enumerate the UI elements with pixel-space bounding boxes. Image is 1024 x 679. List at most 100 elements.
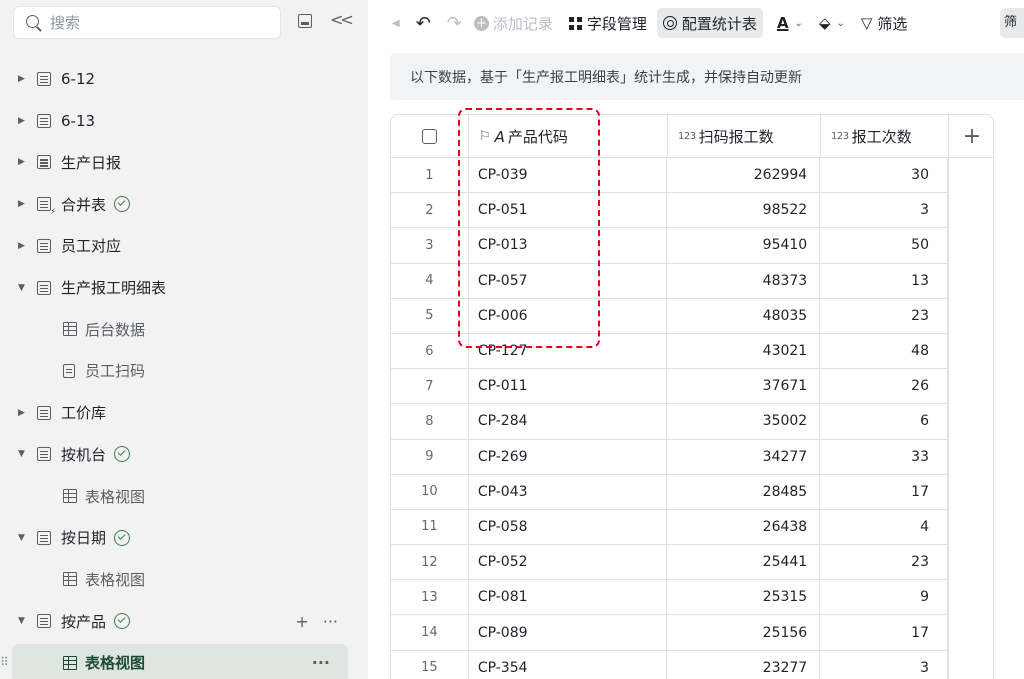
caret-down-icon[interactable]: ▼ bbox=[17, 533, 26, 543]
add-column-button[interactable]: + bbox=[949, 115, 993, 158]
product-code-cell[interactable]: CP-269 bbox=[469, 439, 668, 474]
sidebar-table-item[interactable]: ▶ 生产日报 bbox=[0, 145, 368, 179]
table-row[interactable]: 11 CP-058 26438 4 bbox=[391, 509, 948, 546]
scan-qty-cell[interactable]: 25315 bbox=[667, 580, 821, 615]
report-count-cell[interactable]: 9 bbox=[820, 580, 948, 615]
drag-handle-icon[interactable]: ⠿ bbox=[0, 655, 9, 669]
caret-right-icon[interactable]: ▶ bbox=[17, 74, 26, 84]
product-code-cell[interactable]: CP-051 bbox=[469, 193, 668, 228]
table-row[interactable]: 1 CP-039 262994 30 bbox=[391, 158, 948, 194]
report-count-cell[interactable]: 17 bbox=[820, 615, 948, 650]
column-header-scan-qty[interactable]: 123 扫码报工数 bbox=[668, 115, 821, 158]
report-count-cell[interactable]: 33 bbox=[820, 439, 948, 474]
caret-down-icon[interactable]: ▼ bbox=[17, 449, 26, 459]
scan-qty-cell[interactable]: 25441 bbox=[667, 545, 821, 580]
sidebar-view-item[interactable]: 表格视图 ··· bbox=[12, 643, 348, 679]
report-count-cell[interactable]: 13 bbox=[820, 263, 948, 298]
caret-right-icon[interactable]: ▶ bbox=[17, 241, 26, 251]
sidebar-view-item[interactable]: 表格视图 bbox=[0, 479, 368, 513]
scan-qty-cell[interactable]: 26438 bbox=[667, 509, 821, 545]
scan-qty-cell[interactable]: 48035 bbox=[667, 298, 821, 333]
scan-qty-cell[interactable]: 37671 bbox=[667, 369, 821, 404]
table-row[interactable]: 9 CP-269 34277 33 bbox=[391, 439, 948, 475]
sidebar-view-item[interactable]: 员工扫码 bbox=[0, 354, 368, 388]
product-code-cell[interactable]: CP-043 bbox=[469, 474, 668, 509]
table-row[interactable]: 10 CP-043 28485 17 bbox=[391, 474, 948, 510]
column-header-product-code[interactable]: ⚐ A 产品代码 bbox=[469, 115, 668, 158]
scan-qty-cell[interactable]: 23277 bbox=[667, 650, 821, 679]
table-row[interactable]: 4 CP-057 48373 13 bbox=[391, 263, 948, 299]
scan-qty-cell[interactable]: 28485 bbox=[667, 474, 821, 509]
product-code-cell[interactable]: CP-127 bbox=[469, 333, 668, 369]
field-manage-button[interactable]: 字段管理 bbox=[563, 8, 653, 38]
sidebar-table-item[interactable]: ▶ 工价库 bbox=[0, 396, 368, 430]
select-all-checkbox[interactable] bbox=[422, 129, 437, 144]
report-count-cell[interactable]: 23 bbox=[820, 545, 948, 580]
table-row[interactable]: 14 CP-089 25156 17 bbox=[391, 615, 948, 651]
caret-right-icon[interactable]: ▶ bbox=[17, 116, 26, 126]
redo-icon[interactable]: ↷ bbox=[441, 8, 468, 38]
product-code-cell[interactable]: CP-089 bbox=[469, 615, 668, 650]
scan-qty-cell[interactable]: 34277 bbox=[667, 439, 821, 474]
scan-qty-cell[interactable]: 48373 bbox=[667, 263, 821, 298]
report-count-cell[interactable]: 3 bbox=[820, 650, 948, 679]
sidebar-table-item[interactable]: ▶ 6-12 bbox=[0, 62, 368, 96]
header-select-cell[interactable] bbox=[391, 115, 469, 158]
caret-right-icon[interactable]: ▶ bbox=[17, 199, 26, 209]
sidebar-table-item[interactable]: ▼ 生产报工明细表 bbox=[0, 271, 368, 305]
product-code-cell[interactable]: CP-052 bbox=[469, 545, 668, 580]
filter-button[interactable]: ▽ 筛选 bbox=[855, 8, 914, 38]
text-color-button[interactable]: A ⌄ bbox=[771, 8, 809, 38]
caret-right-icon[interactable]: ▶ bbox=[17, 157, 26, 167]
sidebar-table-item[interactable]: ▶ 6-13 bbox=[0, 104, 368, 138]
scan-qty-cell[interactable]: 98522 bbox=[667, 193, 821, 228]
scan-qty-cell[interactable]: 35002 bbox=[667, 404, 821, 439]
more-icon[interactable]: ··· bbox=[323, 612, 338, 631]
scan-qty-cell[interactable]: 25156 bbox=[667, 615, 821, 650]
collapse-panel-icon[interactable] bbox=[298, 14, 312, 28]
table-row[interactable]: 7 CP-011 37671 26 bbox=[391, 369, 948, 405]
collapse-sidebar-icon[interactable]: << bbox=[330, 10, 354, 29]
sidebar-table-item[interactable]: ▶ 合并表 bbox=[0, 187, 368, 221]
search-input[interactable] bbox=[50, 13, 250, 32]
table-row[interactable]: 8 CP-284 35002 6 bbox=[391, 404, 948, 440]
product-code-cell[interactable]: CP-354 bbox=[469, 650, 668, 679]
product-code-cell[interactable]: CP-057 bbox=[469, 263, 668, 298]
report-count-cell[interactable]: 17 bbox=[820, 474, 948, 509]
table-row[interactable]: 2 CP-051 98522 3 bbox=[391, 193, 948, 229]
column-header-report-count[interactable]: 123 报工次数 bbox=[821, 115, 949, 158]
product-code-cell[interactable]: CP-058 bbox=[469, 509, 668, 545]
sidebar-table-item[interactable]: ▼ 按日期 bbox=[0, 521, 368, 555]
report-count-cell[interactable]: 30 bbox=[820, 158, 948, 193]
scan-qty-cell[interactable]: 43021 bbox=[667, 333, 821, 369]
report-count-cell[interactable]: 26 bbox=[820, 369, 948, 404]
report-count-cell[interactable]: 3 bbox=[820, 193, 948, 228]
table-row[interactable]: 13 CP-081 25315 9 bbox=[391, 580, 948, 616]
product-code-cell[interactable]: CP-011 bbox=[469, 369, 668, 404]
undo-icon[interactable]: ↶ bbox=[410, 8, 437, 38]
config-stats-button[interactable]: 配置统计表 bbox=[656, 8, 763, 38]
sidebar-view-item[interactable]: 表格视图 bbox=[0, 562, 368, 596]
caret-right-icon[interactable]: ▶ bbox=[17, 408, 26, 418]
product-code-cell[interactable]: CP-039 bbox=[469, 158, 668, 193]
report-count-cell[interactable]: 6 bbox=[820, 404, 948, 439]
table-row[interactable]: 3 CP-013 95410 50 bbox=[391, 228, 948, 264]
caret-down-icon[interactable]: ▼ bbox=[17, 616, 26, 626]
scan-qty-cell[interactable]: 262994 bbox=[667, 158, 821, 193]
sidebar-table-item[interactable]: ▼ 按机台 bbox=[0, 437, 368, 471]
scroll-left-icon[interactable]: ◀ bbox=[386, 8, 406, 38]
product-code-cell[interactable]: CP-013 bbox=[469, 228, 668, 263]
product-code-cell[interactable]: CP-006 bbox=[469, 298, 668, 333]
report-count-cell[interactable]: 48 bbox=[820, 333, 948, 369]
caret-down-icon[interactable]: ▼ bbox=[17, 283, 26, 293]
sidebar-table-item[interactable]: ▼ 按产品 + ··· bbox=[0, 604, 368, 638]
report-count-cell[interactable]: 23 bbox=[820, 298, 948, 333]
sidebar-view-item[interactable]: 后台数据 bbox=[0, 312, 368, 346]
sidebar-table-item[interactable]: ▶ 员工对应 bbox=[0, 229, 368, 263]
overflow-button[interactable]: 筛 bbox=[1000, 8, 1024, 38]
add-record-button[interactable]: + 添加记录 bbox=[468, 8, 559, 38]
report-count-cell[interactable]: 4 bbox=[820, 509, 948, 545]
product-code-cell[interactable]: CP-081 bbox=[469, 580, 668, 615]
fill-color-button[interactable]: ⬙ ⌄ bbox=[813, 8, 851, 38]
report-count-cell[interactable]: 50 bbox=[820, 228, 948, 263]
